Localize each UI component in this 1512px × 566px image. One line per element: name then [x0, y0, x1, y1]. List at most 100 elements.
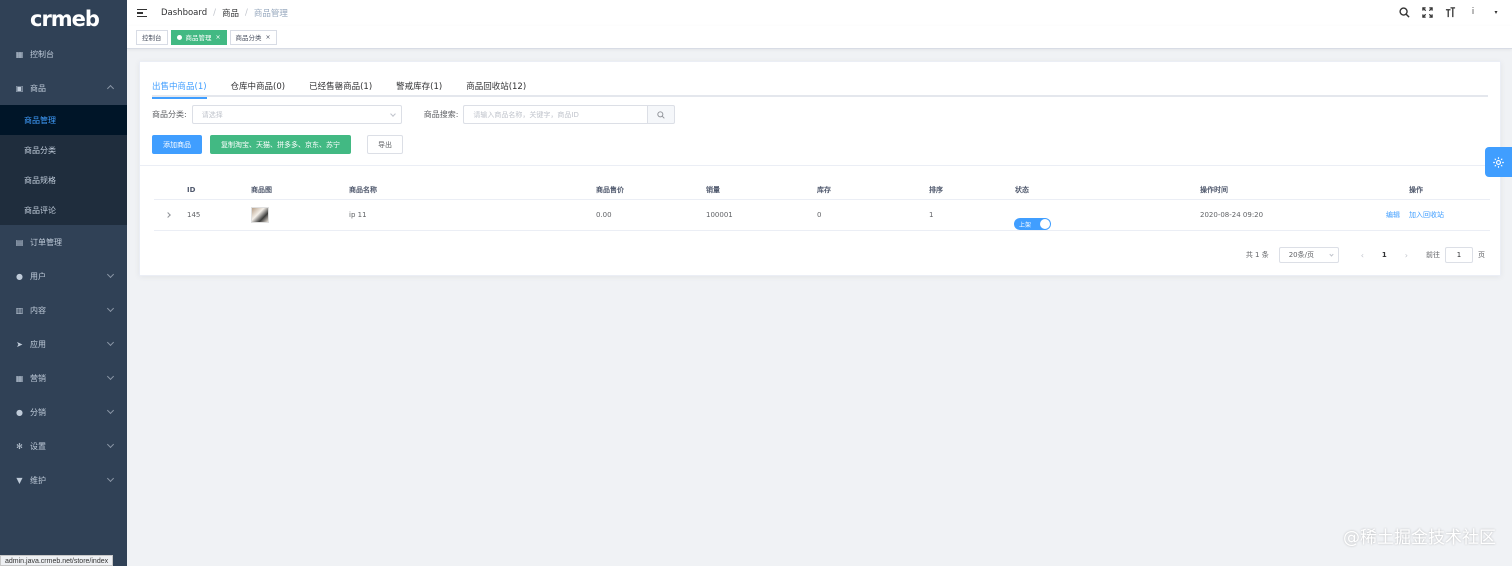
- search-icon[interactable]: [1398, 6, 1410, 18]
- active-dot-icon: [176, 34, 182, 40]
- column-header-id: ID: [187, 185, 196, 194]
- gear-icon: [1493, 156, 1504, 168]
- marketing-icon: ▦: [15, 373, 24, 383]
- goto-input[interactable]: 1: [1445, 247, 1473, 263]
- pagination-total: 共 1 条: [1245, 251, 1269, 259]
- tab-stock-alert[interactable]: 警戒库存(1): [396, 73, 442, 97]
- sidebar-item-label: 控制台: [30, 49, 54, 59]
- status-switch[interactable]: 上架: [1014, 218, 1051, 230]
- category-select[interactable]: 请选择: [191, 105, 402, 124]
- sidebar-item-label: 维护: [30, 475, 46, 485]
- settings-float-button[interactable]: [1485, 147, 1512, 177]
- page-suffix: 页: [1478, 251, 1485, 259]
- search-button[interactable]: [647, 105, 676, 124]
- cell-time: 2020-08-24 09:20: [1200, 211, 1264, 219]
- sidebar-subitem-goods-comment[interactable]: 商品评论: [0, 195, 127, 225]
- column-header-time: 操作时间: [1200, 185, 1228, 194]
- tab-sold-out[interactable]: 已经售罄商品(1): [309, 73, 372, 97]
- sidebar-subitem-goods-category[interactable]: 商品分类: [0, 135, 127, 165]
- pagination: 共 1 条 20条/页 ‹ 1 › 前往 1 页: [1246, 247, 1485, 263]
- avatar[interactable]: i: [1467, 6, 1479, 18]
- sidebar-item-content[interactable]: ▥ 内容: [0, 293, 127, 327]
- user-icon: ●: [16, 271, 23, 281]
- sidebar-item-distribution[interactable]: ● 分销: [0, 395, 127, 429]
- sidebar-item-settings[interactable]: ✻ 设置: [0, 429, 127, 463]
- add-goods-button[interactable]: 添加商品: [152, 135, 202, 154]
- cell-sales: 100001: [706, 211, 733, 219]
- cell-sort: 1: [929, 211, 934, 219]
- breadcrumb-item[interactable]: Dashboard: [161, 8, 207, 18]
- chevron-down-icon: [106, 372, 115, 381]
- navbar-actions: i ▾: [1398, 6, 1502, 18]
- column-header-actions: 操作: [1409, 185, 1423, 194]
- close-icon[interactable]: ×: [266, 34, 271, 41]
- breadcrumb-separator: /: [213, 8, 216, 18]
- copy-goods-button[interactable]: 复制淘宝、天猫、拼多多、京东、苏宁: [210, 135, 351, 154]
- chevron-down-icon: [1329, 252, 1334, 257]
- chevron-down-icon: [106, 270, 115, 279]
- column-header-sort: 排序: [929, 185, 943, 194]
- sidebar-item-label: 营销: [30, 373, 46, 383]
- tag-goods-category[interactable]: 商品分类 ×: [229, 29, 277, 45]
- app-icon: ➤: [16, 339, 23, 349]
- sidebar-item-order[interactable]: ▤ 订单管理: [0, 225, 127, 259]
- sidebar-item-label: 商品: [30, 83, 46, 93]
- search-input[interactable]: 请输入商品名称，关键字，商品ID: [463, 105, 648, 124]
- sidebar-item-maintenance[interactable]: ▼ 维护: [0, 463, 127, 497]
- goods-card: 出售中商品(1) 仓库中商品(0) 已经售罄商品(1) 警戒库存(1) 商品回收…: [139, 61, 1501, 276]
- chevron-down-icon: [106, 338, 115, 347]
- goto-label: 前往: [1426, 251, 1440, 259]
- chevron-down-icon: [389, 111, 396, 117]
- sidebar-item-user[interactable]: ● 用户: [0, 259, 127, 293]
- tags-view: 控制台 商品管理 × 商品分类 ×: [127, 26, 1512, 49]
- chevron-right-icon[interactable]: [165, 212, 171, 218]
- tab-warehouse[interactable]: 仓库中商品(0): [231, 73, 286, 97]
- close-icon[interactable]: ×: [216, 34, 221, 41]
- search-input-placeholder: 请输入商品名称，关键字，商品ID: [473, 110, 579, 119]
- hamburger-icon[interactable]: [137, 8, 147, 18]
- sidebar-item-app[interactable]: ➤ 应用: [0, 327, 127, 361]
- breadcrumb-item[interactable]: 商品: [222, 7, 239, 19]
- sidebar-item-label: 设置: [30, 441, 46, 451]
- breadcrumb-item-current: 商品管理: [253, 9, 288, 19]
- order-icon: ▤: [15, 237, 24, 247]
- goods-table: ID 商品图 商品名称 商品售价 销量 库存 排序 状态 操作时间 操作 145…: [154, 180, 1490, 231]
- cell-name: ip 11: [349, 211, 367, 219]
- sidebar-subitem-goods-spec[interactable]: 商品规格: [0, 165, 127, 195]
- tag-label: 商品分类: [235, 34, 262, 42]
- chevron-down-icon: [106, 474, 115, 483]
- breadcrumb-separator: /: [245, 8, 248, 18]
- dashboard-icon: ▦: [15, 49, 24, 59]
- goods-tabs: 出售中商品(1) 仓库中商品(0) 已经售罄商品(1) 警戒库存(1) 商品回收…: [152, 73, 1488, 99]
- category-select-placeholder: 请选择: [201, 110, 223, 119]
- tab-recycle-bin[interactable]: 商品回收站(12): [466, 73, 526, 97]
- export-button[interactable]: 导出: [367, 135, 403, 154]
- recycle-link[interactable]: 加入回收站: [1409, 210, 1444, 220]
- sidebar-subitem-goods-manage[interactable]: 商品管理: [0, 105, 127, 135]
- sidebar-item-dashboard[interactable]: ▦ 控制台: [0, 37, 127, 71]
- chevron-down-icon: [106, 406, 115, 415]
- page-number[interactable]: 1: [1382, 251, 1387, 259]
- page-size-select[interactable]: 20条/页: [1278, 247, 1339, 263]
- tag-label: 商品管理: [185, 34, 212, 42]
- tag-dashboard[interactable]: 控制台: [136, 29, 168, 45]
- logo[interactable]: crmeb: [0, 0, 127, 37]
- chevron-down-icon: [106, 440, 115, 449]
- page-size-value: 20条/页: [1288, 251, 1314, 259]
- edit-link[interactable]: 编辑: [1386, 210, 1400, 220]
- sidebar: crmeb ▦ 控制台 ▣ 商品 商品管理 商品分类 商品规格 商品评论 ▤ 订…: [0, 0, 127, 566]
- next-page-icon[interactable]: ›: [1405, 251, 1408, 260]
- tab-on-sale[interactable]: 出售中商品(1): [152, 73, 207, 99]
- fullscreen-icon[interactable]: [1421, 6, 1433, 18]
- table-row: 145 ip 11 0.00 100001 0 1 上架 2020-08-24 …: [154, 200, 1490, 231]
- font-size-icon[interactable]: [1444, 6, 1456, 18]
- prev-page-icon[interactable]: ‹: [1361, 251, 1364, 260]
- navbar: Dashboard / 商品 / 商品管理 i ▾: [127, 0, 1512, 26]
- sidebar-item-goods[interactable]: ▣ 商品: [0, 71, 127, 105]
- caret-down-icon[interactable]: ▾: [1490, 6, 1502, 18]
- sidebar-item-marketing[interactable]: ▦ 营销: [0, 361, 127, 395]
- goods-thumbnail[interactable]: [251, 207, 269, 223]
- gear-icon: ✻: [16, 441, 23, 451]
- tag-goods-manage[interactable]: 商品管理 ×: [170, 29, 227, 45]
- cell-id: 145: [187, 211, 201, 219]
